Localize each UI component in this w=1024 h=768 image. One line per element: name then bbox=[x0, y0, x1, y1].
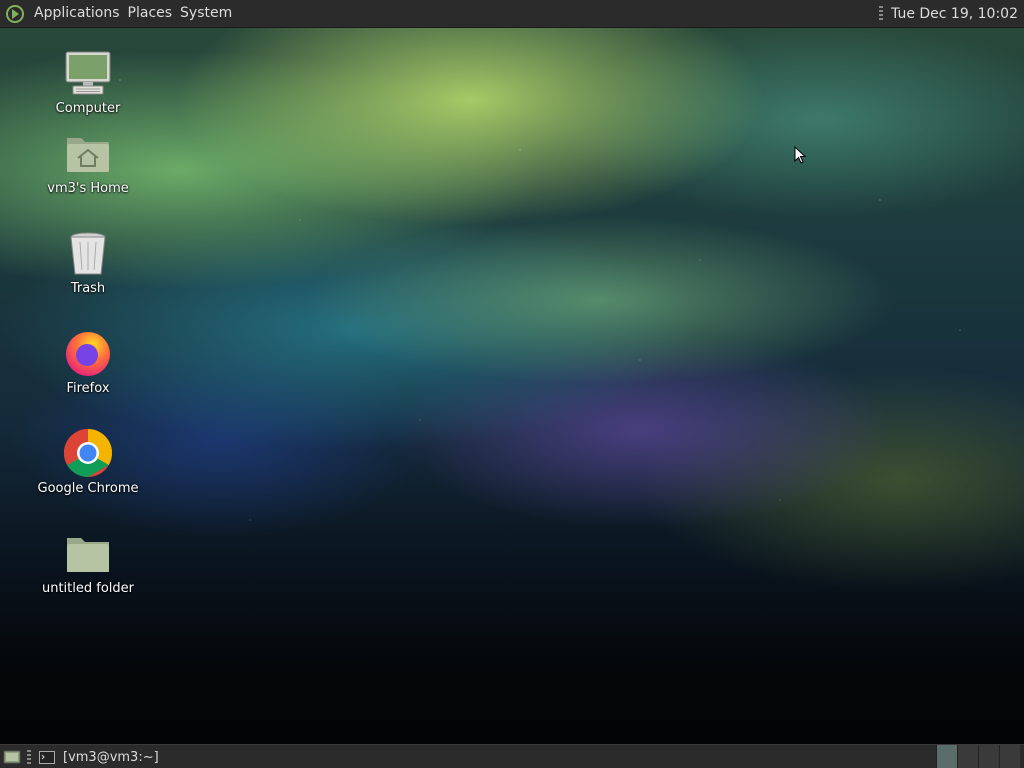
menu-applications[interactable]: Applications bbox=[30, 0, 124, 27]
taskbar-button-terminal[interactable]: [vm3@vm3:~] bbox=[37, 746, 165, 768]
desktop-icon-label: vm3's Home bbox=[47, 181, 129, 196]
desktop-icon-trash[interactable]: Trash bbox=[28, 228, 148, 296]
workspace-3[interactable] bbox=[978, 745, 999, 768]
panel-drag-handle[interactable] bbox=[27, 750, 31, 764]
menu-places[interactable]: Places bbox=[124, 0, 177, 27]
desktop-icon-label: Google Chrome bbox=[37, 481, 139, 496]
workspace-4[interactable] bbox=[999, 745, 1020, 768]
workspace-1[interactable] bbox=[936, 745, 957, 768]
menu-system[interactable]: System bbox=[176, 0, 236, 27]
desktop-icon-label: Computer bbox=[55, 101, 121, 116]
firefox-icon bbox=[63, 328, 113, 378]
show-desktop-icon[interactable] bbox=[3, 749, 21, 765]
clock[interactable]: Tue Dec 19, 10:02 bbox=[891, 6, 1018, 22]
desktop-icon-label: Firefox bbox=[66, 381, 110, 396]
desktop-icon-computer[interactable]: Computer bbox=[28, 48, 148, 116]
folder-icon bbox=[63, 528, 113, 578]
wallpaper-stars bbox=[0, 0, 1024, 768]
bottom-panel: [vm3@vm3:~] bbox=[0, 744, 1024, 768]
desktop-icon-firefox[interactable]: Firefox bbox=[28, 328, 148, 396]
workspace-2[interactable] bbox=[957, 745, 978, 768]
workspace-switcher bbox=[936, 745, 1020, 768]
mouse-cursor-icon bbox=[794, 146, 806, 164]
distro-logo-icon[interactable] bbox=[5, 4, 25, 24]
taskbar-button-label: [vm3@vm3:~] bbox=[63, 749, 159, 765]
desktop-icon-label: Trash bbox=[70, 281, 106, 296]
chrome-icon bbox=[63, 428, 113, 478]
desktop-icon-untitled-folder[interactable]: untitled folder bbox=[28, 528, 148, 596]
home-folder-icon bbox=[63, 128, 113, 178]
desktop-icon-chrome[interactable]: Google Chrome bbox=[28, 428, 148, 496]
desktop-icon-home[interactable]: vm3's Home bbox=[28, 128, 148, 196]
top-panel: Applications Places System Tue Dec 19, 1… bbox=[0, 0, 1024, 28]
panel-drag-handle[interactable] bbox=[879, 5, 884, 22]
trash-icon bbox=[63, 228, 113, 278]
terminal-icon bbox=[39, 750, 55, 764]
desktop-icon-label: untitled folder bbox=[41, 581, 134, 596]
computer-icon bbox=[63, 48, 113, 98]
